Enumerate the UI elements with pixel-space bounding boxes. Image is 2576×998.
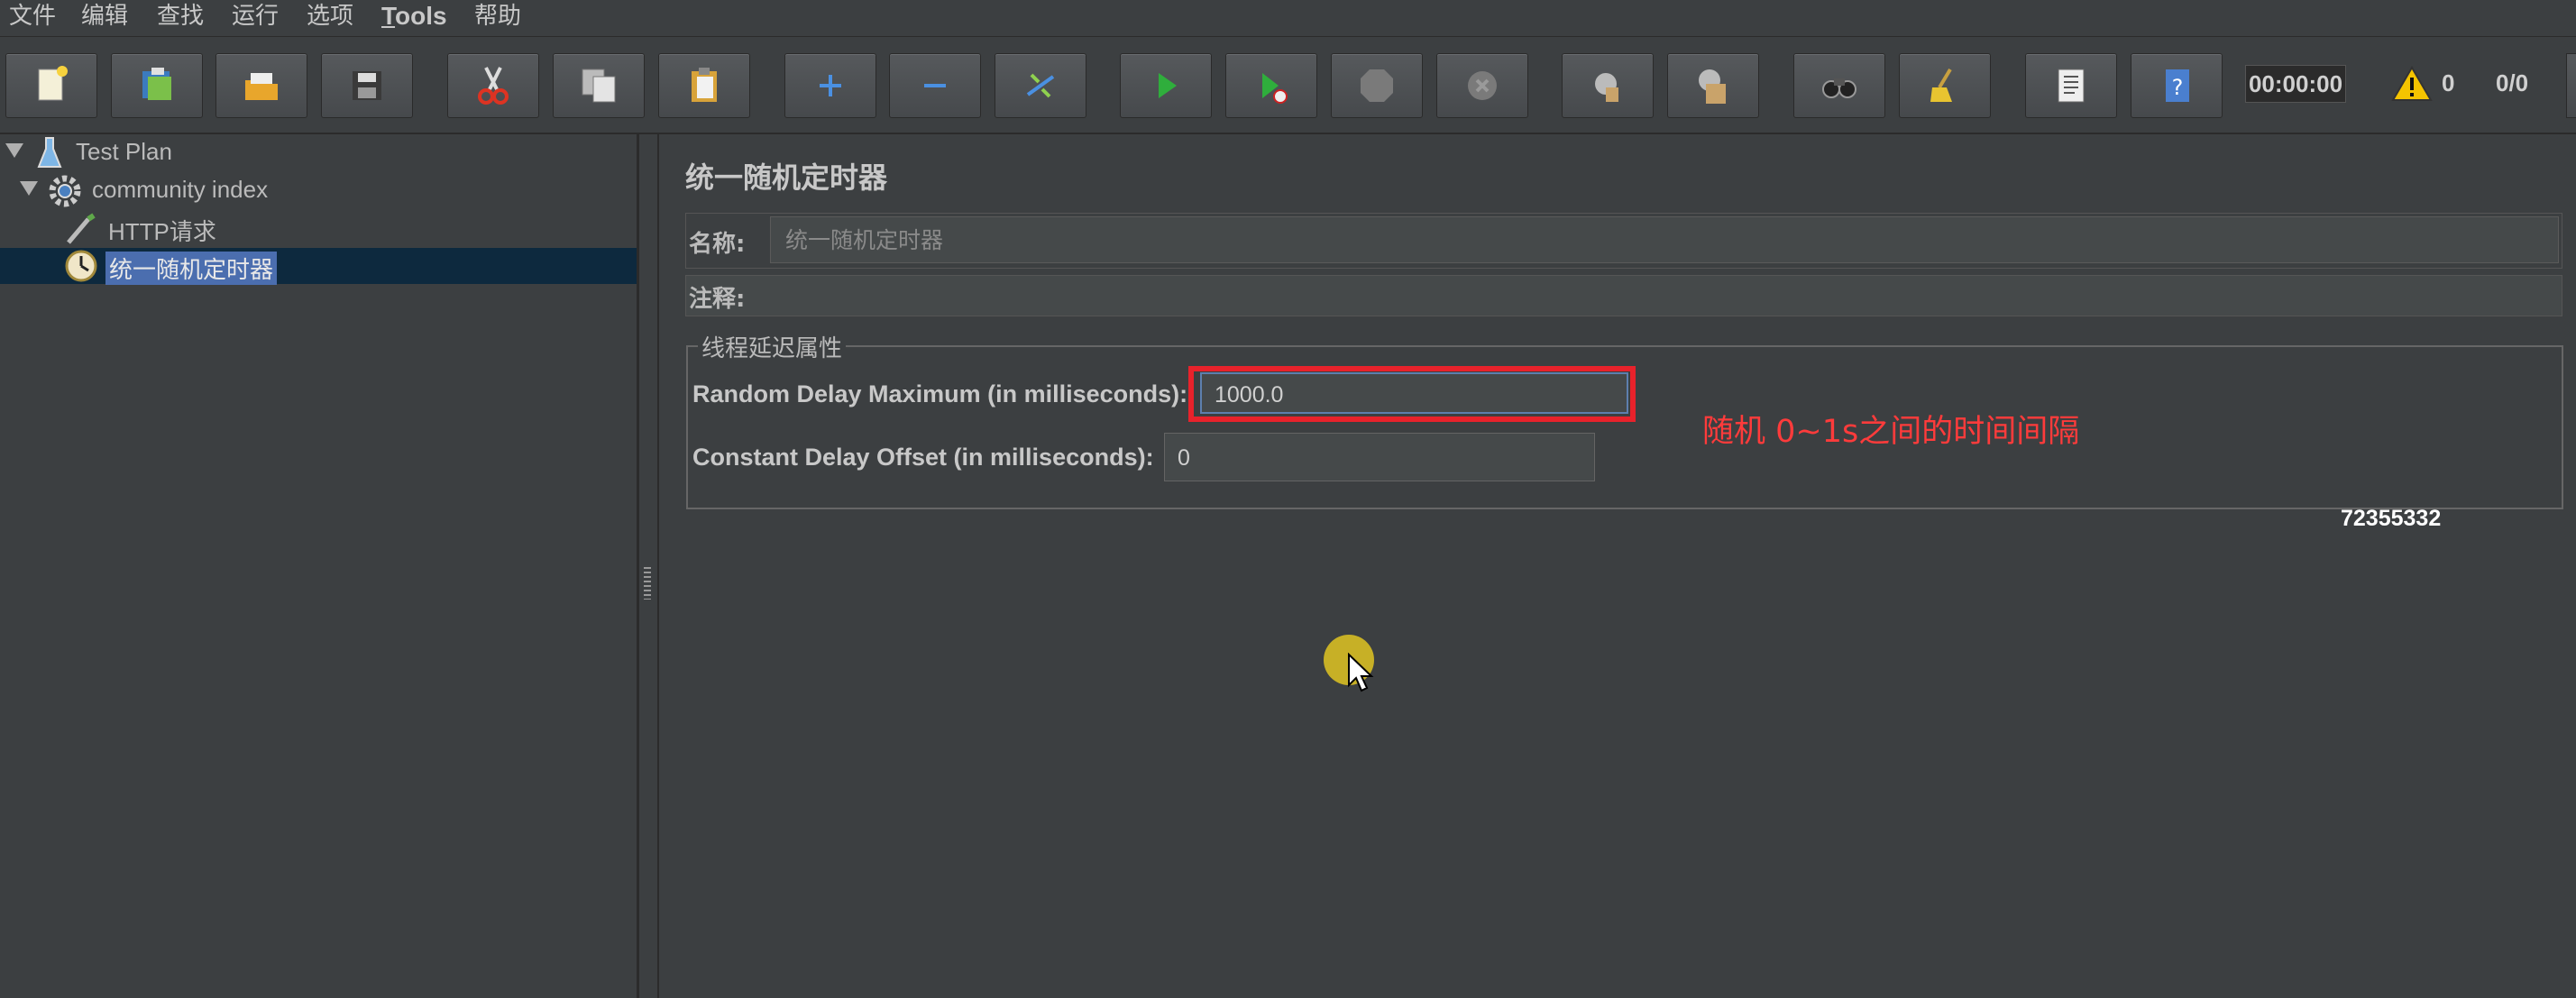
menu-edit[interactable]: 编辑: [81, 0, 128, 36]
tree-node-label: community index: [92, 176, 269, 203]
random-delay-label: Random Delay Maximum (in milliseconds):: [692, 380, 1188, 407]
watermark-text: 72355332: [2341, 506, 2442, 531]
templates-icon: [142, 68, 171, 100]
constant-offset-input[interactable]: 0: [1164, 433, 1595, 481]
copy-icon: [582, 69, 616, 103]
menu-tools-rest: ools: [395, 2, 447, 30]
menu-options[interactable]: 选项: [307, 0, 353, 36]
menu-run[interactable]: 运行: [232, 0, 279, 36]
cut-button[interactable]: [447, 53, 539, 118]
toggle-icon: [1026, 73, 1055, 98]
start-icon: [1159, 73, 1177, 98]
paste-icon: [692, 68, 717, 102]
gear-icon: [49, 175, 81, 207]
copy-button[interactable]: [553, 53, 645, 118]
fieldset-legend: 线程延迟属性: [698, 330, 847, 363]
pane-splitter[interactable]: [639, 134, 659, 998]
expand-toggle-icon[interactable]: [20, 181, 38, 196]
menu-help[interactable]: 帮助: [474, 0, 521, 36]
splitter-grip-icon[interactable]: [644, 567, 651, 600]
help-icon: ?: [2166, 69, 2189, 102]
function-helper-button[interactable]: [2025, 53, 2117, 118]
menu-tools[interactable]: Tools: [381, 0, 447, 36]
name-label: 名称:: [689, 231, 746, 258]
clear-all-icon: [1699, 69, 1726, 104]
comment-label: 注释:: [689, 286, 746, 313]
open-button[interactable]: [215, 53, 307, 118]
paste-button[interactable]: [658, 53, 750, 118]
tree-node-label: HTTP请求: [108, 218, 216, 245]
collapse-button[interactable]: [889, 53, 981, 118]
constant-offset-label: Constant Delay Offset (in milliseconds):: [692, 444, 1154, 471]
cut-icon: [478, 67, 509, 105]
comment-input[interactable]: [757, 278, 2561, 312]
tree-node-label: 统一随机定时器: [105, 252, 278, 285]
search-icon: [1822, 78, 1856, 98]
toolbar: ? 00:00:00 0 0/0: [0, 37, 2576, 134]
expand-icon: [820, 75, 841, 96]
reset-search-icon: [1930, 68, 1952, 102]
annotation-text: 随机 0~1s之间的时间间隔: [1702, 414, 2080, 450]
stop-button[interactable]: [1331, 53, 1423, 118]
clear-icon: [1595, 73, 1618, 102]
collapse-icon: [924, 84, 946, 87]
tree-node-label: Test Plan: [76, 138, 172, 165]
open-icon: [245, 73, 278, 100]
test-plan-tree: Test Plan community index HTTP请求 统一随机定时器: [0, 134, 639, 998]
search-button[interactable]: [1793, 53, 1885, 118]
flask-icon: [37, 137, 62, 168]
svg-text:?: ?: [2172, 75, 2184, 100]
shutdown-button[interactable]: [1436, 53, 1528, 118]
tree-node-thread-group[interactable]: community index: [0, 172, 637, 208]
menu-file[interactable]: 文件: [9, 0, 56, 36]
mouse-cursor-icon: [1348, 653, 1374, 692]
panel-title: 统一随机定时器: [685, 160, 888, 195]
menu-tools-mnemonic: T: [381, 2, 396, 30]
tree-node-uniform-random-timer[interactable]: 统一随机定时器: [0, 248, 637, 285]
shutdown-icon: [1468, 71, 1497, 100]
expand-button[interactable]: [784, 53, 876, 118]
toggle-button[interactable]: [995, 53, 1086, 118]
templates-button[interactable]: [111, 53, 203, 118]
menu-search[interactable]: 查找: [157, 0, 204, 36]
annotation-highlight-box: [1188, 366, 1636, 422]
clear-all-button[interactable]: [1667, 53, 1759, 118]
start-no-pause-icon: [1262, 73, 1288, 104]
warning-count: 0: [2442, 69, 2455, 96]
save-icon: [353, 71, 381, 100]
thread-count: 0/0: [2496, 69, 2529, 96]
new-icon: [38, 66, 68, 101]
stop-icon: [1361, 69, 1393, 102]
save-button[interactable]: [321, 53, 413, 118]
elapsed-timer: 00:00:00: [2245, 65, 2346, 103]
reset-search-button[interactable]: [1899, 53, 1991, 118]
name-input[interactable]: 统一随机定时器: [770, 216, 2559, 263]
timer-icon: [65, 250, 97, 282]
start-button[interactable]: [1120, 53, 1212, 118]
help-button[interactable]: ?: [2131, 53, 2223, 118]
function-helper-icon: [2058, 69, 2085, 103]
pipette-icon: [67, 213, 96, 244]
tree-node-http-request[interactable]: HTTP请求: [0, 210, 637, 246]
expand-toggle-icon[interactable]: [5, 143, 23, 158]
tree-node-test-plan[interactable]: Test Plan: [0, 134, 637, 170]
menu-bar: 文件 编辑 查找 运行 选项 Tools 帮助: [0, 0, 2576, 37]
new-button[interactable]: [5, 53, 97, 118]
start-no-pause-button[interactable]: [1225, 53, 1317, 118]
warning-icon[interactable]: [2391, 66, 2433, 102]
toolbar-overflow-button[interactable]: [2566, 53, 2576, 118]
clear-button[interactable]: [1562, 53, 1654, 118]
